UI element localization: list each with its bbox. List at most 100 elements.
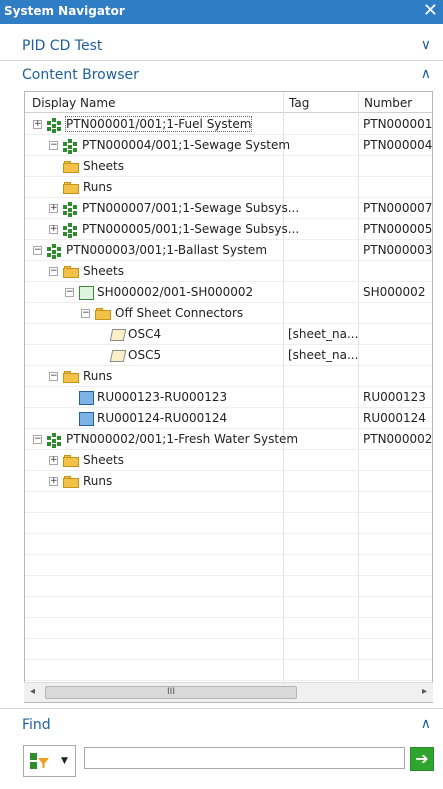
tree-row[interactable]: + Sheets xyxy=(25,450,432,471)
cell-display-name: PTN000007/001;1-Sewage Subsys... xyxy=(63,201,300,217)
row-label: Sheets xyxy=(83,264,124,278)
tree-row[interactable]: − PTN000004/001;1-Sewage System PTN000004 xyxy=(25,135,432,156)
row-label: Sheets xyxy=(83,453,124,467)
find-section-header[interactable]: Find ∧ xyxy=(0,711,443,739)
cell-number: PTN000001 xyxy=(363,117,433,131)
empty-row xyxy=(25,513,432,534)
filter-dropdown-button[interactable]: ▼ xyxy=(23,745,76,777)
collapse-icon[interactable]: − xyxy=(33,246,42,255)
system-icon xyxy=(47,117,63,133)
tree-row[interactable]: − PTN000003/001;1-Ballast System PTN000003 xyxy=(25,240,432,261)
row-label: Runs xyxy=(83,180,113,194)
system-icon xyxy=(47,243,63,259)
tree-row[interactable]: OSC4 [sheet_na... xyxy=(25,324,432,345)
tree-row[interactable]: OSC5 [sheet_na... xyxy=(25,345,432,366)
collapse-icon[interactable]: − xyxy=(49,141,58,150)
tree-row[interactable]: − Runs xyxy=(25,366,432,387)
tree-row[interactable]: − PTN000002/001;1-Fresh Water System PTN00… xyxy=(25,429,432,450)
cell-display-name: Off Sheet Connectors xyxy=(95,306,243,320)
tree-row[interactable]: Runs xyxy=(25,177,432,198)
system-icon xyxy=(63,138,79,154)
tree-row[interactable]: + PTN000001/001;1-Fuel System PTN000001 xyxy=(25,114,432,135)
find-section-label: Find xyxy=(22,717,51,733)
expand-icon[interactable]: + xyxy=(49,456,58,465)
collapse-icon[interactable]: − xyxy=(65,288,74,297)
filter-icon xyxy=(30,753,50,771)
row-label: Runs xyxy=(83,474,113,488)
cell-display-name: Sheets xyxy=(63,264,124,278)
title-bar: System Navigator ✕ xyxy=(0,0,443,24)
cell-display-name: OSC5 xyxy=(109,348,161,362)
empty-row xyxy=(25,555,432,576)
empty-row xyxy=(25,639,432,660)
column-header-tag[interactable]: Tag xyxy=(289,96,309,110)
tree-row[interactable]: − Off Sheet Connectors xyxy=(25,303,432,324)
tree-row[interactable]: + Runs xyxy=(25,471,432,492)
row-label: SH000002/001-SH000002 xyxy=(97,285,254,299)
collapse-icon[interactable]: − xyxy=(49,372,58,381)
row-label: PTN000005/001;1-Sewage Subsys... xyxy=(82,222,300,236)
chevron-down-icon[interactable]: ∨ xyxy=(421,37,431,53)
sheet-icon xyxy=(79,285,94,300)
chevron-up-icon[interactable]: ∧ xyxy=(421,66,431,82)
content-browser-grid[interactable]: Display Name Tag Number + PTN000001/001;1… xyxy=(24,91,433,703)
tree-row[interactable]: − SH000002/001-SH000002 SH000002 xyxy=(25,282,432,303)
column-header-display-name[interactable]: Display Name xyxy=(32,96,115,110)
folder-icon xyxy=(63,160,80,173)
run-icon xyxy=(79,411,94,426)
row-label: RU000123-RU000123 xyxy=(97,390,228,404)
pid-section-label: PID CD Test xyxy=(22,38,103,54)
row-label: PTN000007/001;1-Sewage Subsys... xyxy=(82,201,300,215)
cell-display-name: Sheets xyxy=(63,453,124,467)
find-input[interactable] xyxy=(84,747,405,769)
collapse-icon[interactable]: − xyxy=(33,435,42,444)
folder-icon xyxy=(63,265,80,278)
row-label: PTN000004/001;1-Sewage System xyxy=(82,138,291,152)
scroll-left-icon[interactable]: ◂ xyxy=(30,686,35,697)
empty-row xyxy=(25,597,432,618)
system-icon xyxy=(63,201,79,217)
cell-display-name: RU000124-RU000124 xyxy=(79,411,227,426)
cell-number: SH000002 xyxy=(363,285,426,299)
empty-row xyxy=(25,492,432,513)
folder-icon xyxy=(63,475,80,488)
close-icon[interactable]: ✕ xyxy=(423,1,438,21)
horizontal-scrollbar[interactable]: ◂ III ▸ xyxy=(24,682,433,702)
cell-number: PTN000002 xyxy=(363,432,433,446)
tree-row[interactable]: + PTN000007/001;1-Sewage Subsys... PTN0000… xyxy=(25,198,432,219)
tree-row[interactable]: RU000123-RU000123 RU000123 xyxy=(25,387,432,408)
cell-display-name: Runs xyxy=(63,474,112,488)
cell-number: RU000123 xyxy=(363,390,426,404)
cell-number: PTN000005 xyxy=(363,222,433,236)
cell-display-name: PTN000003/001;1-Ballast System xyxy=(47,243,267,259)
tree-row[interactable]: RU000124-RU000124 RU000124 xyxy=(25,408,432,429)
row-label: OSC4 xyxy=(128,327,162,341)
go-arrow-icon[interactable]: ➔ xyxy=(410,747,434,771)
empty-row xyxy=(25,576,432,597)
row-label: PTN000001/001;1-Fuel System xyxy=(64,116,253,132)
window-title: System Navigator xyxy=(4,4,125,18)
chevron-up-icon[interactable]: ∧ xyxy=(421,716,431,732)
collapse-icon[interactable]: − xyxy=(81,309,90,318)
collapse-icon[interactable]: − xyxy=(49,267,58,276)
expand-icon[interactable]: + xyxy=(49,477,58,486)
scroll-right-icon[interactable]: ▸ xyxy=(422,686,427,697)
expand-icon[interactable]: + xyxy=(49,204,58,213)
chevron-down-icon[interactable]: ▼ xyxy=(61,756,68,766)
expand-icon[interactable]: + xyxy=(49,225,58,234)
row-label: RU000124-RU000124 xyxy=(97,411,228,425)
row-label: Sheets xyxy=(83,159,124,173)
column-header-number[interactable]: Number xyxy=(364,96,412,110)
tree-row[interactable]: + PTN000005/001;1-Sewage Subsys... PTN0000… xyxy=(25,219,432,240)
tree-row[interactable]: Sheets xyxy=(25,156,432,177)
scrollbar-thumb[interactable]: III xyxy=(45,686,297,699)
tree-row[interactable]: − Sheets xyxy=(25,261,432,282)
system-icon xyxy=(47,432,63,448)
row-label: Off Sheet Connectors xyxy=(115,306,244,320)
cell-display-name: PTN000005/001;1-Sewage Subsys... xyxy=(63,222,300,238)
expand-icon[interactable]: + xyxy=(33,120,42,129)
empty-row xyxy=(25,618,432,639)
pid-section-header[interactable]: PID CD Test ∨ xyxy=(0,32,443,60)
divider xyxy=(0,708,443,709)
content-browser-header[interactable]: Content Browser ∧ xyxy=(0,61,443,89)
